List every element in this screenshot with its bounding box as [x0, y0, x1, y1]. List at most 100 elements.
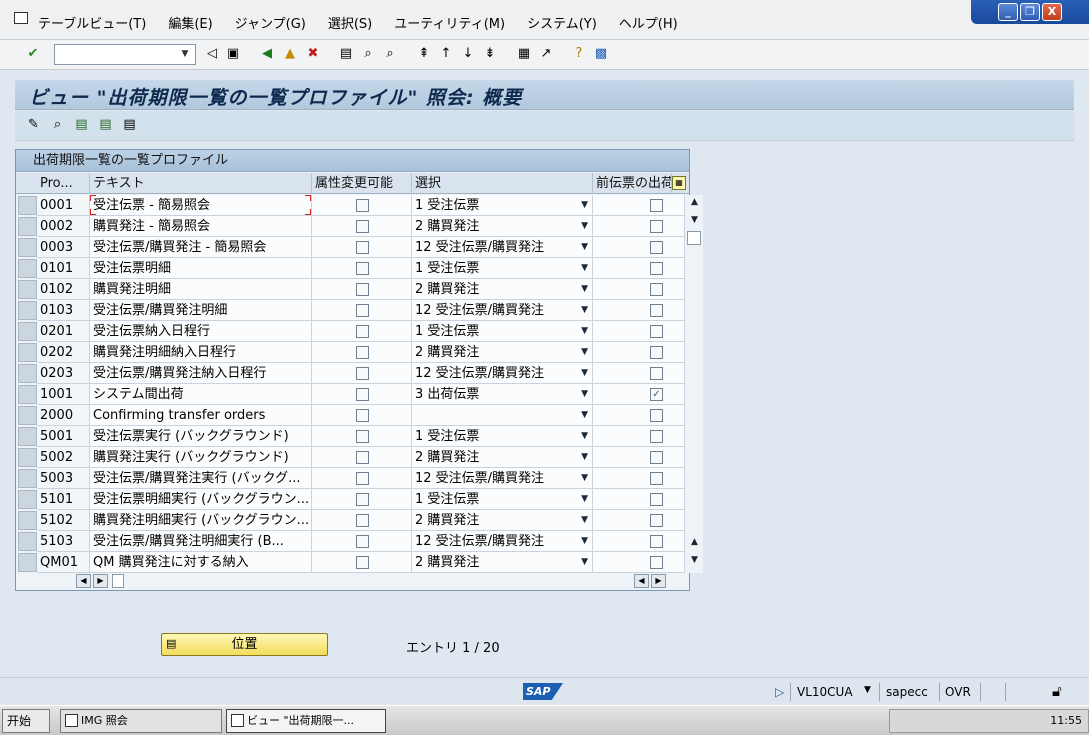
scroll-left-icon[interactable]: ◀ — [76, 574, 91, 588]
chevron-down-icon[interactable]: ▼ — [581, 342, 588, 362]
layout-menu-icon[interactable]: ▩ — [592, 45, 610, 63]
cell-text-input[interactable]: 購買発注実行 (バックグラウンド) — [90, 447, 312, 468]
scroll-right-icon[interactable]: ▶ — [93, 574, 108, 588]
chevron-down-icon[interactable]: ▼ — [581, 489, 588, 509]
scroll-left-icon[interactable]: ◀ — [634, 574, 649, 588]
minimize-button[interactable]: _ — [998, 3, 1018, 21]
row-selector[interactable] — [18, 385, 37, 404]
prev-doc-delivery-checkbox[interactable] — [650, 451, 663, 464]
menu-item[interactable]: ヘルプ(H) — [619, 13, 678, 32]
details-icon[interactable]: ⌕ — [49, 116, 66, 133]
row-selector[interactable] — [18, 280, 37, 299]
row-selector[interactable] — [18, 301, 37, 320]
selection-dropdown[interactable]: 12 受注伝票/購買発注 ▼ — [412, 468, 593, 489]
selection-dropdown[interactable]: 1 受注伝票 ▼ — [412, 321, 593, 342]
prev-doc-delivery-checkbox[interactable] — [650, 220, 663, 233]
scroll-thumb[interactable] — [687, 231, 701, 245]
command-input[interactable] — [55, 45, 177, 64]
column-header-attr-changeable[interactable]: 属性変更可能 — [312, 173, 412, 194]
chevron-down-icon[interactable]: ▼ — [581, 510, 588, 530]
display-change-icon[interactable]: ✎ — [25, 116, 42, 133]
first-page-icon[interactable]: ⇞ — [415, 45, 433, 63]
prev-doc-delivery-checkbox[interactable] — [650, 325, 663, 338]
restore-button[interactable]: ❐ — [1020, 3, 1040, 21]
prev-doc-delivery-checkbox[interactable] — [650, 409, 663, 422]
command-field[interactable]: ▼ — [54, 44, 196, 65]
menu-item[interactable]: ジャンプ(G) — [235, 13, 306, 32]
vertical-scrollbar[interactable]: ▲ ▼ ▲ ▼ — [686, 195, 703, 573]
row-selector[interactable] — [18, 532, 37, 551]
attr-changeable-checkbox[interactable] — [356, 493, 369, 506]
row-selector[interactable] — [18, 427, 37, 446]
prev-doc-delivery-checkbox[interactable] — [650, 367, 663, 380]
chevron-down-icon[interactable]: ▼ — [581, 426, 588, 446]
attr-changeable-checkbox[interactable] — [356, 220, 369, 233]
selection-dropdown[interactable]: 2 購買発注 ▼ — [412, 342, 593, 363]
selection-dropdown[interactable]: 2 購買発注 ▼ — [412, 447, 593, 468]
find-icon[interactable]: ⌕ — [359, 45, 377, 63]
prev-doc-delivery-checkbox[interactable] — [650, 199, 663, 212]
cell-text-input[interactable]: 購買発注明細実行 (バックグラウン... — [90, 510, 312, 531]
cancel-icon[interactable]: ✖ — [304, 45, 322, 63]
attr-changeable-checkbox[interactable] — [356, 199, 369, 212]
chevron-down-icon[interactable]: ▼ — [581, 384, 588, 404]
chevron-down-icon[interactable]: ▼ — [581, 531, 588, 551]
attr-changeable-checkbox[interactable] — [356, 430, 369, 443]
cell-text-input[interactable]: 受注伝票/購買発注明細実行 (B... — [90, 531, 312, 552]
scroll-up-icon[interactable]: ▲ — [687, 195, 702, 210]
chevron-down-icon[interactable]: ▼ — [581, 300, 588, 320]
menu-item[interactable]: 編集(E) — [168, 13, 212, 32]
row-selector[interactable] — [18, 469, 37, 488]
print-icon[interactable]: ▤ — [337, 45, 355, 63]
previous-page-icon[interactable]: ↑ — [437, 45, 455, 63]
selection-dropdown[interactable]: 12 受注伝票/購買発注 ▼ — [412, 531, 593, 552]
chevron-down-icon[interactable]: ▼ — [581, 195, 588, 215]
chevron-down-icon[interactable]: ▼ — [581, 405, 588, 425]
cell-text-input[interactable]: 購買発注明細納入日程行 — [90, 342, 312, 363]
position-button[interactable]: ▤ 位置 — [161, 633, 328, 656]
selection-dropdown[interactable]: 2 購買発注 ▼ — [412, 279, 593, 300]
system-menu-icon[interactable] — [14, 12, 28, 24]
column-settings-icon[interactable]: ▦ — [672, 176, 686, 190]
chevron-down-icon[interactable]: ▼ — [581, 237, 588, 257]
chevron-down-icon[interactable]: ▼ — [581, 363, 588, 383]
chevron-down-icon[interactable]: ▼ — [581, 216, 588, 236]
select-block-icon[interactable]: ▤ — [97, 116, 114, 133]
selection-dropdown[interactable]: 1 受注伝票 ▼ — [412, 489, 593, 510]
attr-changeable-checkbox[interactable] — [356, 514, 369, 527]
close-button[interactable]: X — [1042, 3, 1062, 21]
column-header-code[interactable]: Pro... — [37, 173, 90, 194]
cell-text-input[interactable]: 受注伝票/購買発注実行 (バックグ... — [90, 468, 312, 489]
row-selector[interactable] — [18, 490, 37, 509]
lock-icon[interactable]: 🔓︎ — [1052, 682, 1062, 700]
attr-changeable-checkbox[interactable] — [356, 409, 369, 422]
column-header-text[interactable]: テキスト — [90, 173, 312, 194]
prev-doc-delivery-checkbox[interactable] — [650, 304, 663, 317]
prev-doc-delivery-checkbox[interactable] — [650, 430, 663, 443]
prev-doc-delivery-checkbox[interactable] — [650, 493, 663, 506]
selection-dropdown[interactable]: 12 受注伝票/購買発注 ▼ — [412, 363, 593, 384]
scroll-down-icon[interactable]: ▼ — [687, 213, 702, 228]
exit-icon[interactable]: ▲ — [281, 45, 299, 63]
task-item[interactable]: IMG 照会 — [60, 709, 222, 733]
chevron-down-icon[interactable]: ▼ — [581, 552, 588, 572]
cell-text-input[interactable]: Confirming transfer orders — [90, 405, 312, 426]
selection-dropdown[interactable]: 12 受注伝票/購買発注 ▼ — [412, 300, 593, 321]
prev-doc-delivery-checkbox[interactable]: ✓ — [650, 388, 663, 401]
selection-dropdown[interactable]: 2 購買発注 ▼ — [412, 510, 593, 531]
start-button[interactable]: 开始 — [2, 709, 50, 733]
cell-text-input[interactable]: 受注伝票実行 (バックグラウンド) — [90, 426, 312, 447]
last-page-icon[interactable]: ⇟ — [481, 45, 499, 63]
scroll-thumb[interactable] — [112, 574, 124, 588]
cell-text-input[interactable]: QM 購買発注に対する納入 — [90, 552, 312, 573]
attr-changeable-checkbox[interactable] — [356, 304, 369, 317]
cell-text-input[interactable]: 受注伝票納入日程行 — [90, 321, 312, 342]
create-session-icon[interactable]: ▦ — [515, 45, 533, 63]
attr-changeable-checkbox[interactable] — [356, 283, 369, 296]
cell-text-input[interactable]: 受注伝票 - 簡易照会 — [90, 195, 312, 216]
row-selector[interactable] — [18, 406, 37, 425]
cell-text-input[interactable]: 受注伝票明細 — [90, 258, 312, 279]
cell-text-input[interactable]: 受注伝票/購買発注 - 簡易照会 — [90, 237, 312, 258]
prev-doc-delivery-checkbox[interactable] — [650, 283, 663, 296]
selection-dropdown[interactable]: 12 受注伝票/購買発注 ▼ — [412, 237, 593, 258]
